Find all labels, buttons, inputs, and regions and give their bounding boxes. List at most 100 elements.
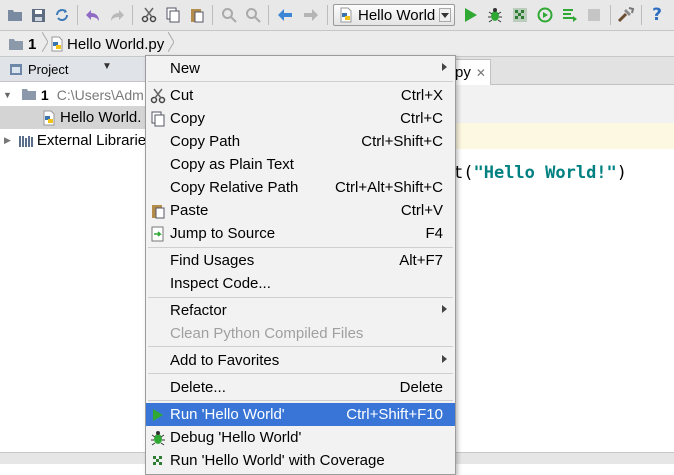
menu-item-find-usages-shortcut: Alt+F7 [399,252,443,269]
menu-item-debug[interactable]: Debug 'Hello World' [146,426,455,449]
editor-breadcrumb-area [453,85,674,123]
paste-icon[interactable] [188,6,206,24]
menu-item-clean-python-compiled-files: Clean Python Compiled Files [146,322,455,345]
breadcrumb-separator-icon [41,31,49,56]
coverage-icon [149,452,166,469]
menu-item-cut[interactable]: Cut Ctrl+X [146,84,455,107]
menu-item-run[interactable]: Run 'Hello World' Ctrl+Shift+F10 [146,403,455,426]
cut-icon[interactable] [140,6,158,24]
find-icon[interactable] [220,6,238,24]
replace-icon[interactable] [244,6,262,24]
jump-to-source-icon [149,225,166,242]
main-toolbar: Hello World ? [0,0,674,31]
copy-icon [149,110,166,127]
editor-tab-label: py [455,64,471,81]
project-panel-header[interactable]: Project ▼ [0,57,146,82]
chevron-down-icon[interactable] [439,8,451,22]
run-configuration-label: Hello World [358,6,436,24]
undo-icon[interactable] [84,6,102,24]
project-view-icon [9,63,23,79]
editor-current-line [453,123,674,149]
menu-item-new[interactable]: New [146,57,455,80]
context-menu: New Cut Ctrl+X Copy Ctrl+C Copy Path Ctr… [145,55,456,475]
menu-item-copy-relative-path[interactable]: Copy Relative Path Ctrl+Alt+Shift+C [146,176,455,199]
menu-item-copy-as-plain-text-label: Copy as Plain Text [170,156,294,173]
tree-external-label: External Librarie [36,132,146,149]
menu-item-clean-label: Clean Python Compiled Files [170,325,364,342]
menu-item-copy-shortcut: Ctrl+C [400,110,443,127]
breadcrumb-project[interactable]: 1 [8,31,49,56]
open-folder-icon[interactable] [6,6,24,24]
save-icon[interactable] [29,6,47,24]
menu-item-copy-path-label: Copy Path [170,133,241,150]
profile-icon[interactable] [536,6,554,24]
navigation-bar: 1 Hello World.py [0,31,674,57]
python-file-icon [338,7,354,23]
menu-item-find-usages-label: Find Usages [170,252,255,269]
menu-item-add-to-favorites[interactable]: Add to Favorites [146,349,455,372]
submenu-arrow-icon [442,305,447,313]
menu-item-find-usages[interactable]: Find Usages Alt+F7 [146,249,455,272]
menu-item-debug-label: Debug 'Hello World' [170,429,302,446]
menu-item-run-label: Run 'Hello World' [170,406,285,423]
code-line[interactable]: t("Hello World!") [453,163,627,183]
menu-item-paste-label: Paste [170,202,209,219]
editor-tab-bar: py ✕ [453,57,674,85]
run-configuration-select[interactable]: Hello World [333,4,455,26]
code-suffix: ) [616,163,628,183]
menu-item-copy-path-shortcut: Ctrl+Shift+C [361,133,443,150]
tree-item-project-root[interactable]: ▼ 1 C:\Users\Adm [0,83,146,106]
concurrency-icon[interactable] [561,6,579,24]
menu-item-paste[interactable]: Paste Ctrl+V [146,199,455,222]
breadcrumb-project-label: 1 [28,35,37,53]
menu-item-copy-path[interactable]: Copy Path Ctrl+Shift+C [146,130,455,153]
redo-icon[interactable] [108,6,126,24]
python-file-icon [50,36,64,52]
menu-item-refactor-label: Refactor [170,302,227,319]
run-icon[interactable] [462,6,480,24]
menu-item-run-with-coverage[interactable]: Run 'Hello World' with Coverage [146,449,455,472]
menu-item-inspect-code-label: Inspect Code... [170,275,271,292]
menu-item-jump-to-source-label: Jump to Source [170,225,276,242]
chevron-down-icon[interactable]: ▼ [102,61,112,72]
menu-item-refactor[interactable]: Refactor [146,299,455,322]
stop-icon[interactable] [585,6,603,24]
menu-item-copy-as-plain-text[interactable]: Copy as Plain Text [146,153,455,176]
submenu-arrow-icon [442,63,447,71]
forward-icon[interactable] [302,6,320,24]
back-icon[interactable] [276,6,294,24]
sync-icon[interactable] [53,6,71,24]
cut-icon [149,87,166,104]
tree-item-external-libraries[interactable]: ▶ External Librarie [0,129,146,152]
code-prefix: t( [453,163,474,183]
code-string: "Hello World!" [473,163,617,183]
collapsed-arrow-icon[interactable]: ▶ [4,135,11,146]
menu-item-inspect-code[interactable]: Inspect Code... [146,272,455,295]
menu-item-copy-label: Copy [170,110,206,127]
breadcrumb-file-label: Hello World.py [67,35,165,53]
close-icon[interactable]: ✕ [476,66,486,80]
copy-icon[interactable] [164,6,182,24]
breadcrumb-separator-icon [167,31,175,56]
breadcrumb-file[interactable]: Hello World.py [50,31,175,56]
expanded-arrow-icon[interactable]: ▼ [3,90,12,100]
run-icon [149,406,166,423]
help-icon[interactable]: ? [648,5,666,25]
menu-item-run-with-coverage-label: Run 'Hello World' with Coverage [170,452,385,469]
menu-item-copy-relative-path-shortcut: Ctrl+Alt+Shift+C [335,179,443,196]
menu-item-jump-to-source[interactable]: Jump to Source F4 [146,222,455,245]
menu-item-cut-label: Cut [170,87,194,104]
menu-item-delete-shortcut: Delete [399,379,443,396]
python-file-icon [42,110,56,126]
tree-root-path: C:\Users\Adm [56,86,144,103]
tree-root-name: 1 [40,86,49,103]
debug-icon[interactable] [486,6,504,24]
menu-item-copy[interactable]: Copy Ctrl+C [146,107,455,130]
tree-item-hello-world[interactable]: Hello World. [0,106,146,129]
folder-icon [21,88,37,101]
coverage-icon[interactable] [511,6,529,24]
menu-item-delete[interactable]: Delete... Delete [146,376,455,399]
settings-icon[interactable] [617,6,635,24]
editor-tab-hello-world[interactable]: py ✕ [453,59,491,85]
tree-file-label: Hello World. [60,109,142,126]
